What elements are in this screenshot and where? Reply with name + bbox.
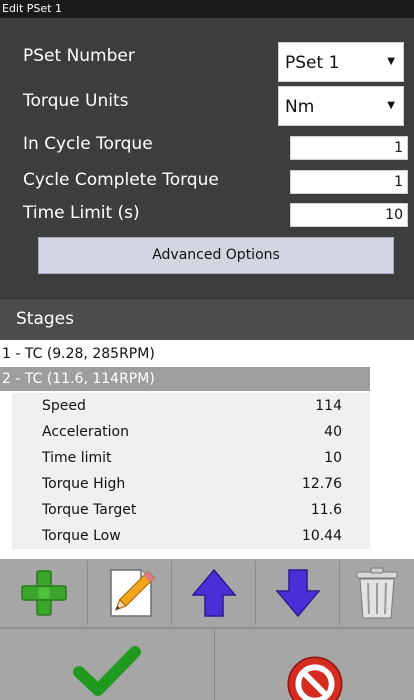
delete-icon [356, 567, 398, 619]
param-name: Time limit [42, 450, 112, 466]
param-row-torque-low: Torque Low 10.44 [12, 523, 370, 549]
torque-units-label: Torque Units [23, 91, 129, 111]
param-name: Torque High [42, 476, 126, 492]
edit-icon [109, 569, 155, 617]
window-title: Edit PSet 1 [0, 0, 414, 18]
param-name: Acceleration [42, 424, 129, 440]
stage-item-1[interactable]: 1 - TC (9.28, 285RPM) [0, 342, 370, 366]
cycle-complete-torque-input[interactable]: 1 [290, 170, 408, 194]
param-row-acceleration: Acceleration 40 [12, 419, 370, 445]
param-value: 12.76 [301, 476, 342, 492]
pset-number-label: PSet Number [23, 46, 135, 66]
in-cycle-torque-label: In Cycle Torque [23, 134, 153, 154]
param-value: 114 [315, 398, 342, 414]
cancel-icon [287, 656, 342, 700]
torque-units-select[interactable]: Nm ▼ [278, 86, 404, 126]
param-row-speed: Speed 114 [12, 393, 370, 419]
dropdown-arrow-icon: ▼ [387, 100, 395, 111]
param-name: Torque Target [42, 502, 137, 518]
move-up-icon [190, 568, 237, 617]
stages-header: Stages [0, 298, 414, 340]
move-down-icon [274, 569, 321, 618]
param-row-torque-high: Torque High 12.76 [12, 471, 370, 497]
time-limit-label: Time Limit (s) [23, 203, 140, 223]
add-icon [20, 570, 67, 616]
cycle-complete-torque-label: Cycle Complete Torque [23, 170, 219, 190]
param-value: 10.44 [301, 528, 342, 544]
pset-form-panel: PSet Number PSet 1 ▼ Torque Units Nm ▼ I… [0, 18, 414, 298]
param-name: Torque Low [42, 528, 121, 544]
param-row-torque-target: Torque Target 11.6 [12, 497, 370, 523]
stage-toolbar [0, 559, 414, 627]
dropdown-arrow-icon: ▼ [387, 56, 395, 67]
stage-item-2[interactable]: 2 - TC (11.6, 114RPM) [0, 367, 370, 391]
move-stage-down-button[interactable] [256, 561, 340, 625]
in-cycle-torque-input[interactable]: 1 [290, 136, 408, 160]
torque-units-value: Nm [285, 97, 315, 117]
dialog-action-bar [0, 627, 414, 700]
cancel-button[interactable] [215, 629, 414, 700]
param-name: Speed [42, 398, 86, 414]
move-stage-up-button[interactable] [172, 561, 256, 625]
param-value: 11.6 [310, 502, 342, 518]
param-value: 10 [324, 450, 342, 466]
confirm-button[interactable] [0, 629, 215, 700]
param-value: 40 [324, 424, 342, 440]
advanced-options-button[interactable]: Advanced Options [38, 237, 394, 274]
time-limit-input[interactable]: 10 [290, 203, 408, 227]
delete-stage-button[interactable] [340, 561, 414, 625]
pset-number-value: PSet 1 [285, 53, 340, 73]
pset-number-select[interactable]: PSet 1 ▼ [278, 42, 404, 82]
add-stage-button[interactable] [0, 561, 88, 625]
check-icon [73, 646, 141, 696]
edit-stage-button[interactable] [88, 561, 172, 625]
param-row-time-limit: Time limit 10 [12, 445, 370, 471]
